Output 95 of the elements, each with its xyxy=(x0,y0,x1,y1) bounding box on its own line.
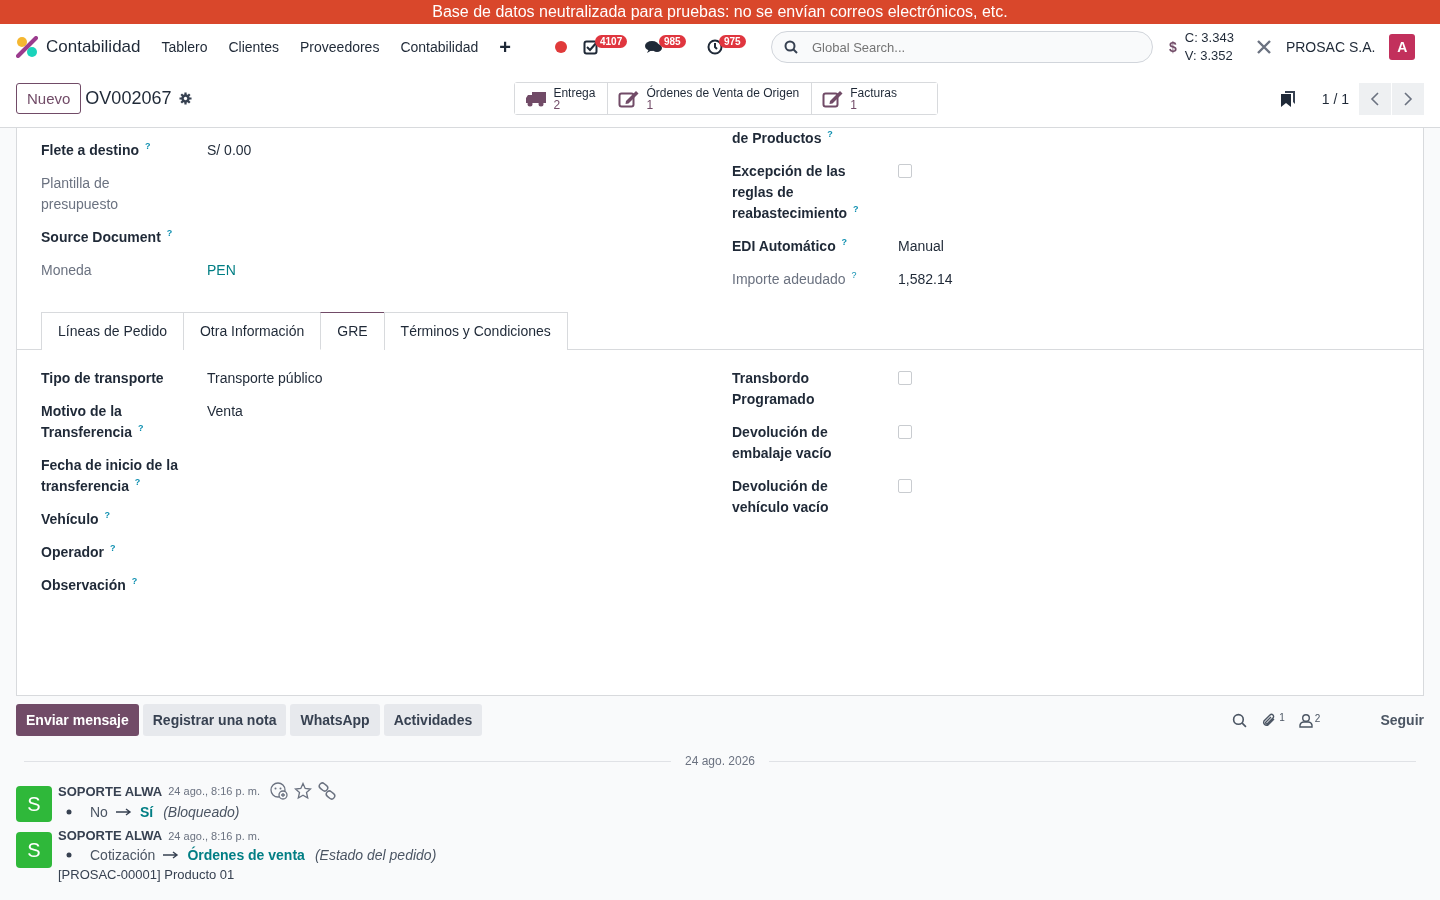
tab[interactable]: Otra Información xyxy=(183,312,322,350)
menu-item[interactable]: Clientes xyxy=(228,39,280,55)
date-separator: 24 ago. 2026 xyxy=(684,754,756,768)
person-icon xyxy=(1298,712,1313,728)
menu-item[interactable]: Contabilidad xyxy=(400,39,479,55)
count-badge: 975 xyxy=(718,34,746,48)
user-avatar[interactable]: A xyxy=(1389,34,1416,60)
link-icon[interactable] xyxy=(318,782,336,800)
checkbox[interactable] xyxy=(898,425,912,439)
message-text: [PROSAC-00001] Producto 01 xyxy=(58,867,236,882)
menu-item[interactable]: Proveedores xyxy=(300,39,380,55)
new-button[interactable]: Nuevo xyxy=(16,83,82,114)
chatter-button[interactable]: Enviar mensaje xyxy=(16,704,139,736)
edit-icon xyxy=(618,89,641,108)
field-label: Vehículo $^{?}$ xyxy=(41,511,110,527)
author-name: SOPORTE ALWA xyxy=(58,783,163,799)
author-avatar: S xyxy=(16,786,52,822)
field-value: Manual xyxy=(898,237,944,256)
count-badge: 985 xyxy=(658,34,686,48)
chatter-button[interactable]: Actividades xyxy=(383,704,483,736)
previous-button[interactable] xyxy=(1359,82,1391,115)
field-label: Fecha de inicio de la transferencia $^{?}$ xyxy=(41,457,178,494)
field-label: de Productos $^{?}$ xyxy=(732,130,833,146)
truck-icon xyxy=(525,89,548,108)
field-label: Motivo de la Transferencia $^{?}$ xyxy=(41,403,144,440)
attachments-button[interactable]: 1 xyxy=(1261,712,1285,728)
field-label: Transbordo Programado xyxy=(732,370,815,407)
search-field[interactable]: Global Search... xyxy=(770,31,1153,63)
field-value: 1,582.14 xyxy=(898,270,953,289)
message-time: 24 ago., 8:16 p. m. xyxy=(168,785,260,797)
clock-icon[interactable] xyxy=(706,39,723,55)
field-label: Flete a destino $^{?}$ xyxy=(41,142,151,158)
chevron-left-icon xyxy=(1370,91,1380,106)
next-button[interactable] xyxy=(1392,82,1424,115)
exchange-rate: V: 3.352 xyxy=(1184,47,1234,65)
field-value: S/ 0.00 xyxy=(207,141,252,160)
banner-text: Base de datos neutralizada para pruebas: no se envían correos electrónicos, etc. xyxy=(0,0,1440,24)
chatter-button[interactable]: WhatsApp xyxy=(290,704,380,736)
old-value: No xyxy=(90,804,108,820)
bookmark-icon[interactable] xyxy=(1279,89,1296,108)
field-label: Observación $^{?}$ xyxy=(41,577,138,593)
pager-value[interactable]: 1 / 1 xyxy=(1321,90,1349,107)
record-dot-icon[interactable] xyxy=(554,41,567,53)
bullet-icon xyxy=(66,809,72,815)
author-avatar: S xyxy=(16,832,52,868)
search-icon[interactable] xyxy=(1232,712,1248,728)
add-reaction-icon[interactable] xyxy=(270,782,288,800)
field-label: Source Document $^{?}$ xyxy=(41,229,173,245)
field-label: Operador $^{?}$ xyxy=(41,544,116,560)
arrow-icon xyxy=(115,808,132,816)
currency-sign[interactable]: $ xyxy=(1168,39,1177,55)
tab[interactable]: Términos y Condiciones xyxy=(383,312,568,350)
chevron-right-icon xyxy=(1403,91,1413,106)
tab[interactable]: GRE xyxy=(320,312,385,350)
field-name: (Bloqueado) xyxy=(163,804,240,820)
checkbox[interactable] xyxy=(898,371,912,385)
arrow-icon xyxy=(163,851,180,859)
smart-button[interactable]: Entrega 2 xyxy=(515,83,609,114)
app-name[interactable]: Contabilidad xyxy=(46,37,141,57)
chatter-button[interactable]: Registrar una nota xyxy=(142,704,287,736)
company-name[interactable]: PROSAC S.A. xyxy=(1285,39,1376,55)
field-value: Transporte público xyxy=(207,369,323,388)
field-value: Venta xyxy=(207,402,243,421)
field-label: Moneda xyxy=(41,262,92,278)
new-value: Sí xyxy=(139,804,154,820)
new-value: Órdenes de venta xyxy=(187,847,305,863)
edit-icon xyxy=(822,89,845,108)
checkbox[interactable] xyxy=(898,164,912,178)
record-name: OV002067 xyxy=(85,88,172,109)
checkbox-icon[interactable] xyxy=(582,39,599,55)
field-label: Plantilla de presupuesto xyxy=(41,175,119,212)
checkbox[interactable] xyxy=(898,479,912,493)
field-label: Importe adeudado $^{?}$ xyxy=(732,271,857,287)
field-label: EDI Automático $^{?}$ xyxy=(732,238,848,254)
field-label: Excepción de las reglas de reabastecimiento $^{?}$ xyxy=(732,163,859,221)
tab[interactable]: Líneas de Pedido xyxy=(41,312,184,350)
field-label: Devolución de embalaje vacío xyxy=(732,424,832,461)
field-label: Tipo de transporte xyxy=(41,370,164,386)
field-link[interactable]: PEN xyxy=(207,260,236,281)
settings-icon[interactable] xyxy=(179,92,193,105)
chat-icon[interactable] xyxy=(644,39,663,55)
add-button[interactable]: + xyxy=(499,35,511,59)
menu-item[interactable]: Tablero xyxy=(161,39,208,55)
logo-icon[interactable] xyxy=(16,36,38,58)
followers-button[interactable]: 2 xyxy=(1298,712,1321,728)
bullet-icon xyxy=(66,852,72,858)
field-name: (Estado del pedido) xyxy=(314,847,437,863)
follow-button[interactable]: Seguir xyxy=(1380,712,1424,728)
author-name: SOPORTE ALWA xyxy=(58,828,163,843)
star-icon[interactable] xyxy=(294,782,312,800)
field-label: Devolución de vehículo vacío xyxy=(732,478,829,515)
message-time: 24 ago., 8:16 p. m. xyxy=(168,829,260,842)
count-badge: 4107 xyxy=(594,34,628,48)
old-value: Cotización xyxy=(90,847,156,863)
exchange-rate: C: 3.343 xyxy=(1184,29,1234,47)
